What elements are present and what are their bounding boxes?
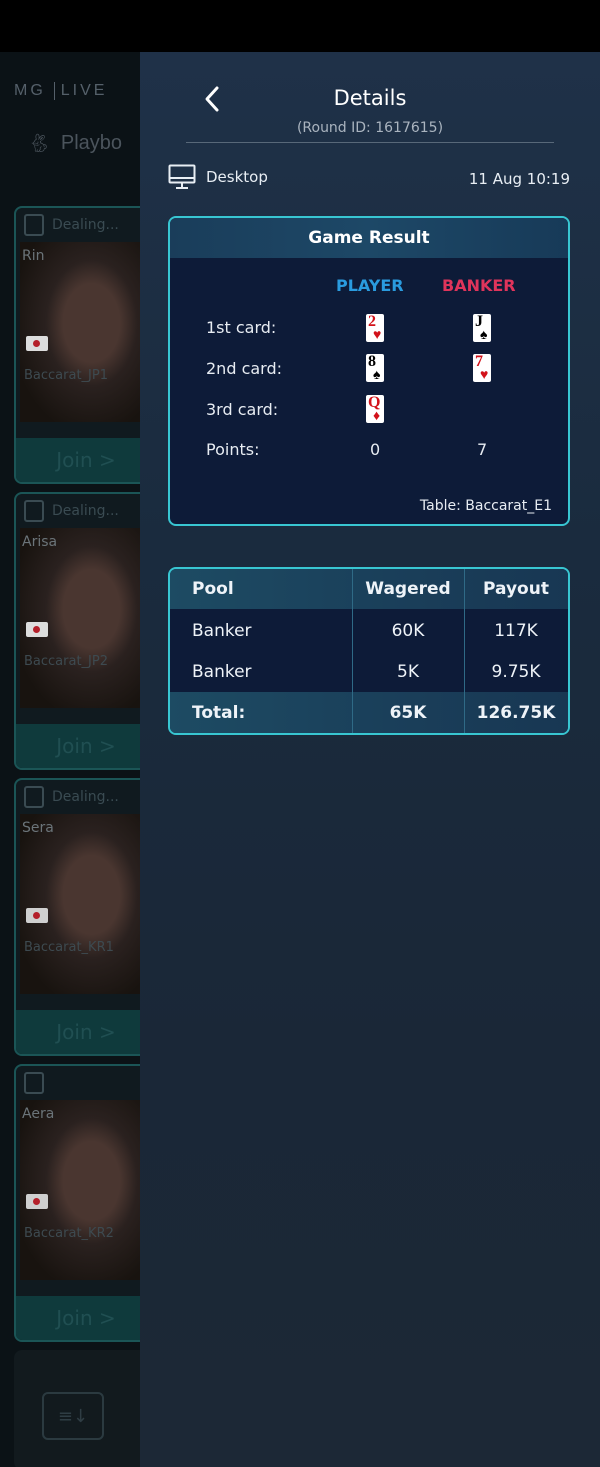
player-card-1: 2 ♥ — [366, 313, 384, 343]
dealer-table: Baccarat_JP1 — [24, 368, 108, 383]
desktop-icon — [168, 164, 196, 189]
banker-card-1: J ♠ — [473, 313, 491, 343]
logo-live: LIVE — [60, 82, 108, 99]
card-rank: 2 — [368, 313, 376, 330]
brand-tab[interactable]: 🐇︎ Playbo — [28, 132, 122, 155]
jp-flag-icon — [26, 622, 48, 637]
status-bar — [0, 0, 600, 52]
row-label-first-card: 1st card: — [206, 318, 277, 337]
cell-payout: 117K — [494, 620, 538, 641]
dealer-status — [24, 1072, 52, 1094]
dealer-status-text: Dealing... — [52, 217, 119, 233]
card-suit: ♥ — [480, 368, 489, 383]
total-row: Total: 65K 126.75K — [170, 692, 568, 733]
sort-icon: ≡↓ — [57, 1405, 89, 1427]
dealer-photo — [20, 528, 140, 708]
card-rank: Q — [368, 394, 381, 411]
card-suit: ♦ — [373, 409, 381, 424]
lobby-background: MG LIVE 🐇︎ Playbo Dealing... Rin Baccara… — [0, 52, 140, 1467]
device-info: Desktop — [168, 164, 268, 190]
column-divider — [352, 569, 353, 733]
card-suit: ♥ — [373, 328, 382, 343]
mg-live-logo: MG LIVE — [14, 82, 107, 100]
cell-pool: Banker — [192, 661, 252, 682]
player-card-2: 8 ♠ — [366, 353, 384, 383]
bunny-icon: 🐇︎ — [28, 133, 51, 153]
player-points: 0 — [370, 440, 381, 459]
cell-wagered: 5K — [397, 661, 419, 682]
header-payout: Payout — [483, 579, 549, 599]
dealer-status: Dealing... — [24, 214, 119, 236]
dealer-table: Baccarat_KR1 — [24, 940, 114, 955]
table-name: Table: Baccarat_E1 — [419, 498, 552, 514]
dealer-photo — [20, 814, 140, 994]
card-rank: 7 — [475, 353, 483, 370]
dealer-status: Dealing... — [24, 500, 119, 522]
cell-wagered: 60K — [391, 620, 425, 641]
column-divider — [464, 569, 465, 733]
dealer-table: Baccarat_JP2 — [24, 654, 108, 669]
dealer-status-text: Dealing... — [52, 503, 119, 519]
dealer-card[interactable]: Aera Baccarat_KR2 Join > — [14, 1064, 140, 1342]
dealer-name: Sera — [22, 820, 54, 836]
card-suit: ♠ — [480, 328, 488, 343]
dealer-status-icon — [24, 1072, 44, 1094]
game-result-box: Game Result PLAYER BANKER 1st card: 2nd … — [168, 216, 570, 526]
round-datetime: 11 Aug 10:19 — [468, 170, 570, 188]
sort-button[interactable]: ≡↓ — [42, 1392, 104, 1440]
join-button[interactable]: Join > — [16, 1010, 140, 1054]
card-rank: 8 — [368, 353, 376, 370]
row-label-second-card: 2nd card: — [206, 359, 283, 378]
pool-table: Pool Wagered Payout Banker 60K 117K Bank… — [168, 567, 570, 735]
player-card-3: Q ♦ — [366, 394, 384, 424]
jp-flag-icon — [26, 336, 48, 351]
join-button[interactable]: Join > — [16, 438, 140, 482]
dealer-status-icon — [24, 500, 44, 522]
dealer-name: Aera — [22, 1106, 55, 1122]
game-result-title: Game Result — [170, 218, 568, 258]
dealer-photo — [20, 1100, 140, 1280]
join-button[interactable]: Join > — [16, 724, 140, 768]
dealer-status-icon — [24, 786, 44, 808]
card-suit: ♠ — [373, 368, 381, 383]
card-rank: J — [475, 313, 483, 330]
dealer-card[interactable]: Dealing... Rin Baccarat_JP1 Join > — [14, 206, 140, 484]
cell-payout: 9.75K — [491, 661, 541, 682]
header-pool: Pool — [192, 579, 234, 599]
banker-column-label: BANKER — [442, 276, 516, 295]
join-button[interactable]: Join > — [16, 1296, 140, 1340]
details-panel: Details (Round ID: 1617615) Desktop 11 A… — [140, 52, 600, 1467]
dealer-photo — [20, 242, 140, 422]
dealer-name: Arisa — [22, 534, 58, 550]
row-label-points: Points: — [206, 440, 260, 459]
kr-flag-icon — [26, 908, 48, 923]
total-payout: 126.75K — [476, 702, 556, 723]
total-label: Total: — [192, 702, 246, 723]
banker-points: 7 — [477, 440, 488, 459]
logo-mg: MG — [14, 82, 55, 100]
table-row: Banker 5K 9.75K — [170, 651, 568, 692]
total-wagered: 65K — [389, 702, 427, 723]
header-wagered: Wagered — [365, 579, 451, 599]
table-row: Banker 60K 117K — [170, 610, 568, 651]
device-label: Desktop — [206, 168, 268, 186]
kr-flag-icon — [26, 1194, 48, 1209]
divider — [186, 142, 554, 143]
dealer-name: Rin — [22, 248, 45, 264]
dealer-card[interactable]: Dealing... Sera Baccarat_KR1 Join > — [14, 778, 140, 1056]
pool-table-header: Pool Wagered Payout — [170, 569, 568, 609]
row-label-third-card: 3rd card: — [206, 400, 279, 419]
dealer-status: Dealing... — [24, 786, 119, 808]
dealer-table: Baccarat_KR2 — [24, 1226, 114, 1241]
player-column-label: PLAYER — [336, 276, 404, 295]
dealer-status-text: Dealing... — [52, 789, 119, 805]
banker-card-2: 7 ♥ — [473, 353, 491, 383]
dealer-status-icon — [24, 214, 44, 236]
page-title: Details — [333, 86, 407, 110]
round-id: (Round ID: 1617615) — [296, 120, 444, 136]
brand-label: Playbo — [60, 132, 123, 154]
dealer-card[interactable]: Dealing... Arisa Baccarat_JP2 Join > — [14, 492, 140, 770]
cell-pool: Banker — [192, 620, 252, 641]
